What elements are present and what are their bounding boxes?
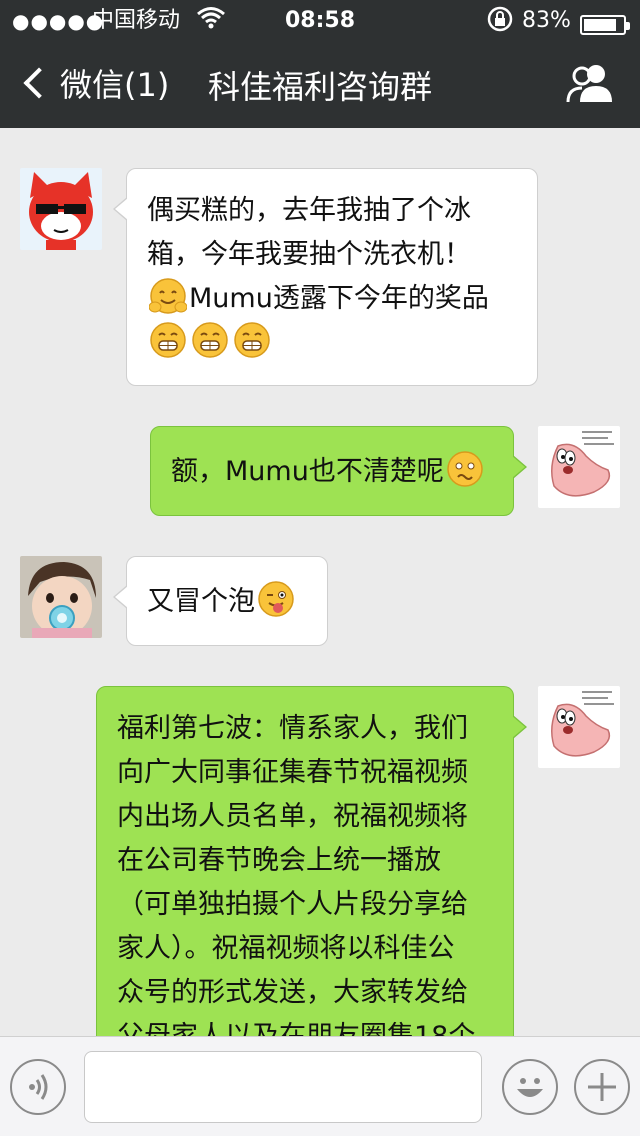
grimace-emoji-icon — [149, 321, 187, 359]
message-emoji-line — [147, 321, 517, 365]
grimace-emoji-icon — [191, 321, 229, 359]
message-text-line: 内出场人员名单，祝福视频将 — [117, 801, 468, 832]
nav-bar: 微信(1) 科佳福利咨询群 — [0, 40, 640, 128]
message-text-fragment: 又冒个泡 — [147, 586, 255, 617]
message-text-line: 箱，今年我要抽个洗衣机！ — [147, 239, 471, 270]
battery-fill — [584, 19, 616, 31]
message-bubble-incoming[interactable]: 偶买糕的，去年我抽了个冰 箱，今年我要抽个洗衣机！ Mumu透露下今年的奖品 — [113, 168, 538, 386]
winking-tongue-emoji-icon — [257, 580, 295, 618]
message-text-fragment: Mumu透露下今年的奖品 — [189, 283, 489, 314]
input-bar — [0, 1036, 640, 1136]
message-bubble-outgoing[interactable]: 额，Mumu也不清楚呢 — [150, 426, 527, 516]
worried-face-emoji-icon — [446, 450, 484, 488]
message-text-line: 父母家人以及在朋友圈集18个 — [117, 1015, 493, 1036]
message-text-fragment: 额，Mumu也不清楚呢 — [171, 456, 444, 487]
baby-avatar[interactable] — [20, 556, 102, 638]
red-fox-avatar[interactable] — [20, 168, 102, 250]
plus-icon[interactable] — [574, 1059, 630, 1115]
group-members-icon[interactable] — [566, 62, 614, 104]
message-bubble-incoming[interactable]: 又冒个泡 — [113, 556, 328, 646]
status-bar: ●●●●● 中国移动 08:58 83% — [0, 6, 640, 36]
message-text-line: 在公司春节晚会上统一播放 — [117, 845, 441, 876]
message-text-line: （可单独拍摄个人片段分享给 — [117, 889, 468, 920]
rotation-lock-icon — [486, 5, 514, 42]
patrick-star-avatar[interactable] — [538, 426, 620, 508]
chat-title: 科佳福利咨询群 — [207, 68, 432, 106]
back-button[interactable]: 微信(1) — [18, 58, 169, 108]
grimace-emoji-icon — [233, 321, 271, 359]
message-text-line: 众号的形式发送，大家转发给 — [117, 977, 468, 1008]
back-label: 微信(1) — [60, 66, 170, 104]
chat-area[interactable]: 偶买糕的，去年我抽了个冰 箱，今年我要抽个洗衣机！ Mumu透露下今年的奖品 额… — [0, 128, 640, 1036]
message-text-line: 偶买糕的，去年我抽了个冰 — [147, 195, 471, 226]
chevron-left-icon — [23, 67, 55, 99]
message-text-line: 福利第七波：情系家人，我们 — [117, 713, 468, 744]
message-text-line: 向广大同事征集春节祝福视频 — [117, 757, 468, 788]
message-bubble-outgoing[interactable]: 福利第七波：情系家人，我们 向广大同事征集春节祝福视频 内出场人员名单，祝福视频… — [96, 686, 527, 1036]
voice-icon[interactable] — [10, 1059, 66, 1115]
battery-icon — [580, 15, 630, 35]
patrick-star-avatar[interactable] — [538, 686, 620, 768]
top-bar: ●●●●● 中国移动 08:58 83% 微信(1) 科佳福利咨询群 — [0, 0, 640, 128]
message-input[interactable] — [84, 1051, 482, 1123]
emoji-icon[interactable] — [502, 1059, 558, 1115]
message-text-line: 家人）。祝福视频将以科佳公 — [117, 933, 455, 964]
message-text-line: Mumu透露下今年的奖品 — [147, 277, 517, 321]
battery-percent: 83% — [522, 8, 571, 33]
battery-nub — [626, 22, 630, 30]
hugging-face-emoji-icon — [148, 277, 188, 315]
